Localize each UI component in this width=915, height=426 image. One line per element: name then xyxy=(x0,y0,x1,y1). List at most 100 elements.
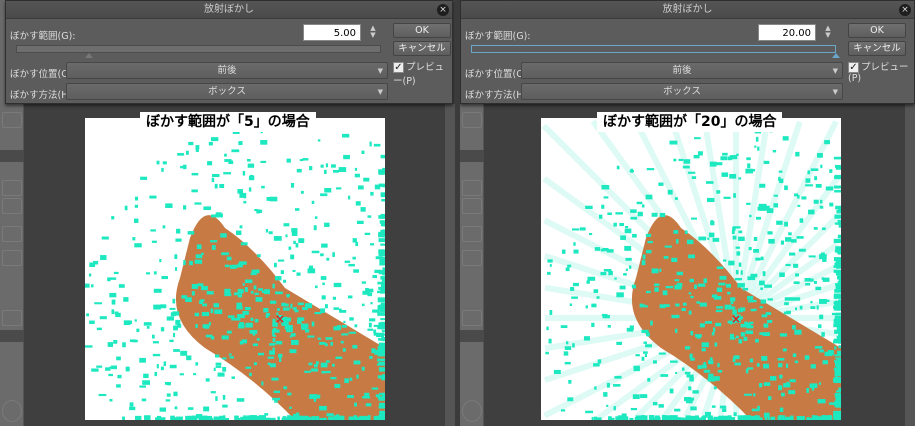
blur-pixel xyxy=(162,161,167,165)
blur-pixel xyxy=(151,334,155,339)
position-value: 前後 xyxy=(217,65,237,76)
method-select[interactable]: ボックス ▼ xyxy=(521,83,843,100)
blur-pixel xyxy=(709,417,714,420)
slider-thumb[interactable] xyxy=(85,53,93,58)
blur-pixel xyxy=(724,304,732,310)
blur-pixel xyxy=(711,331,715,336)
ok-button[interactable]: OK xyxy=(848,23,906,38)
play-icon[interactable] xyxy=(462,226,482,242)
blur-pixel xyxy=(108,373,113,377)
blur-pixel xyxy=(317,337,321,340)
blur-pixel xyxy=(226,256,232,261)
blur-pixel xyxy=(684,396,691,402)
blur-pixel xyxy=(678,158,684,161)
blur-pixel xyxy=(690,415,695,420)
blur-pixel xyxy=(675,239,679,244)
blur-pixel xyxy=(818,382,822,385)
blur-pixel xyxy=(332,252,335,257)
blur-pixel xyxy=(755,136,759,142)
slider-thumb[interactable] xyxy=(832,53,840,58)
blur-pixel xyxy=(640,304,646,307)
layer-icon[interactable] xyxy=(2,250,22,266)
blur-pixel xyxy=(766,319,773,323)
zoom-icon[interactable] xyxy=(462,180,482,196)
blur-pixel xyxy=(355,241,359,247)
blur-pixel xyxy=(191,189,198,193)
blur-pixel xyxy=(817,399,826,404)
close-icon[interactable]: × xyxy=(899,4,911,16)
play-icon[interactable] xyxy=(2,226,22,242)
layer-icon[interactable] xyxy=(462,250,482,266)
blur-pixel xyxy=(779,333,788,337)
blur-pixel xyxy=(599,214,603,219)
scrollbar[interactable] xyxy=(905,104,915,426)
position-select[interactable]: 前後 ▼ xyxy=(521,62,843,79)
blur-pixel xyxy=(547,259,553,263)
wrench-icon[interactable] xyxy=(2,310,22,326)
blur-pixel xyxy=(256,209,260,214)
blur-pixel xyxy=(682,367,685,371)
ok-button[interactable]: OK xyxy=(393,23,451,38)
close-icon[interactable]: × xyxy=(437,4,449,16)
wrench-icon[interactable] xyxy=(462,310,482,326)
blur-pixel xyxy=(281,302,286,307)
blur-pixel xyxy=(353,360,361,365)
range-input[interactable]: 20.00 xyxy=(758,24,816,41)
blur-pixel xyxy=(763,323,769,328)
blur-pixel xyxy=(585,410,594,414)
blur-pixel xyxy=(299,159,304,162)
position-select[interactable]: 前後 ▼ xyxy=(66,62,388,79)
blur-pixel xyxy=(378,307,385,311)
blur-pixel xyxy=(780,240,785,245)
blur-pixel xyxy=(214,183,218,189)
method-select[interactable]: ボックス ▼ xyxy=(66,83,388,100)
blur-pixel xyxy=(122,342,126,348)
blur-pixel xyxy=(352,256,356,260)
blur-pixel xyxy=(785,363,789,369)
layer-icon[interactable] xyxy=(462,198,482,214)
tool-icon[interactable] xyxy=(2,112,22,128)
blur-pixel xyxy=(361,303,365,307)
blur-pixel xyxy=(244,287,248,292)
range-slider[interactable] xyxy=(16,45,381,53)
blur-pixel xyxy=(377,312,385,316)
blur-pixel xyxy=(838,224,841,228)
blur-pixel xyxy=(607,324,611,328)
range-slider[interactable] xyxy=(471,45,836,53)
blur-pixel xyxy=(571,228,580,231)
blur-pixel xyxy=(177,153,185,156)
scrollbar[interactable] xyxy=(445,104,455,426)
blur-pixel xyxy=(808,209,815,215)
blur-pixel xyxy=(248,187,252,192)
spin-icon[interactable]: ▲ ▼ xyxy=(824,25,832,39)
blur-pixel xyxy=(571,296,578,299)
blur-pixel xyxy=(193,373,197,376)
blur-pixel xyxy=(307,335,315,338)
blur-pixel xyxy=(610,417,615,420)
zoom-icon[interactable] xyxy=(2,180,22,196)
cancel-button[interactable]: キャンセル xyxy=(393,41,451,56)
preview-checkbox[interactable]: ✓ プレビュー(P) xyxy=(848,59,914,84)
blur-pixel xyxy=(183,205,187,210)
tool-icon[interactable] xyxy=(462,112,482,128)
blur-pixel xyxy=(381,375,385,381)
cancel-button[interactable]: キャンセル xyxy=(848,41,906,56)
blur-pixel xyxy=(379,263,385,266)
brush-size-icon[interactable] xyxy=(2,400,22,422)
blur-pixel xyxy=(755,257,761,261)
preview-checkbox[interactable]: ✓ プレビュー(P) xyxy=(393,59,452,87)
blur-pixel xyxy=(651,212,658,217)
blur-pixel xyxy=(268,231,273,235)
spin-icon[interactable]: ▲ ▼ xyxy=(369,25,377,39)
blur-pixel xyxy=(589,233,593,236)
blur-pixel xyxy=(224,153,227,157)
blur-pixel xyxy=(240,324,245,329)
layer-icon[interactable] xyxy=(2,198,22,214)
blur-pixel xyxy=(334,383,341,389)
range-input[interactable]: 5.00 xyxy=(303,24,361,41)
blur-pixel xyxy=(593,289,599,293)
blur-pixel xyxy=(698,236,707,241)
brush-size-icon[interactable] xyxy=(462,400,482,422)
blur-pixel xyxy=(804,355,810,360)
blur-pixel xyxy=(361,366,365,371)
